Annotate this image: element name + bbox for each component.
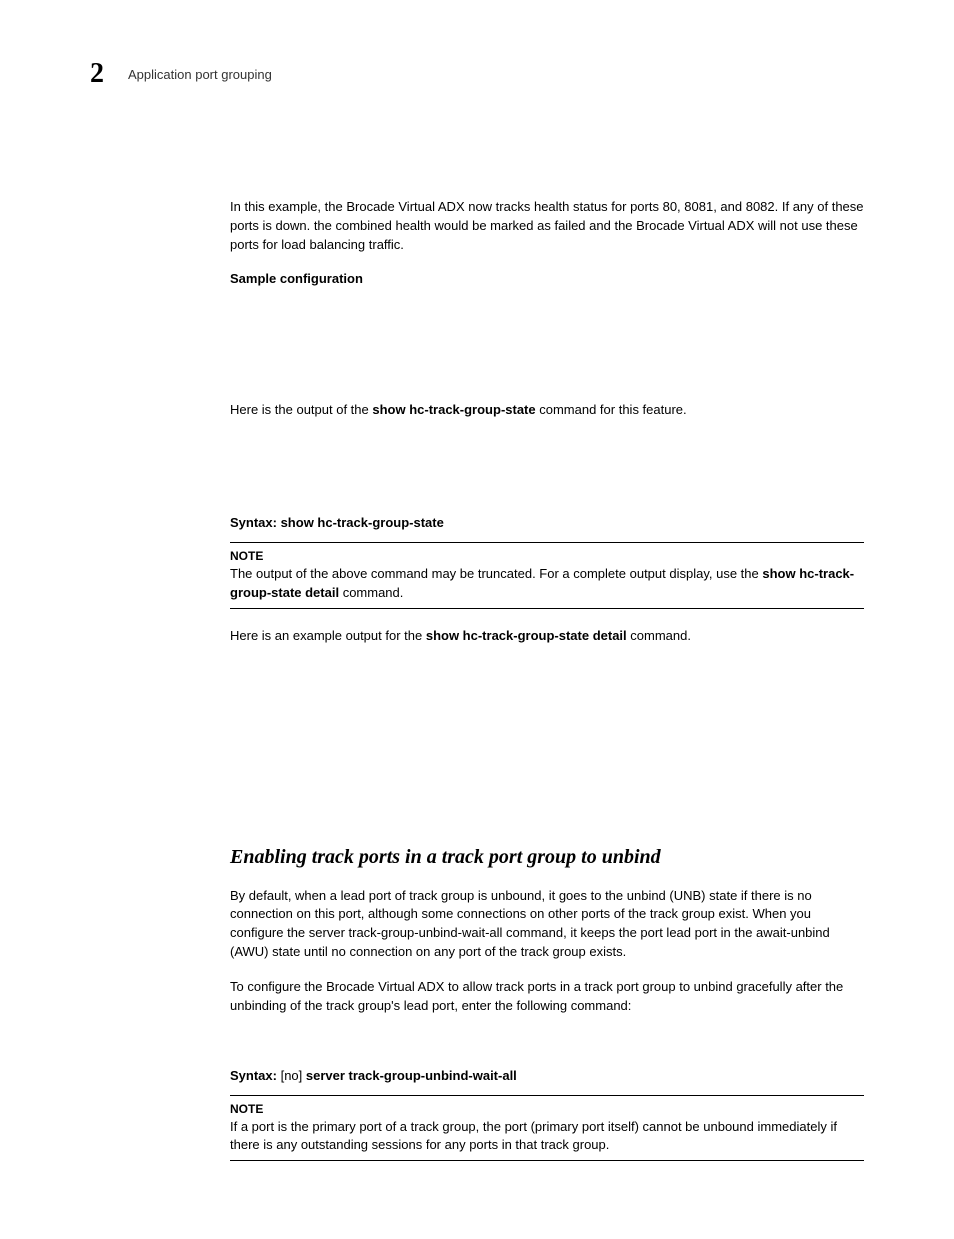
syntax-label-2: Syntax: [230, 1068, 281, 1083]
example-output-prefix: Here is an example output for the [230, 628, 426, 643]
spacer [230, 435, 864, 515]
note1-text-suffix: command. [339, 585, 403, 600]
syntax-line-2: Syntax: [no] server track-group-unbind-w… [230, 1068, 864, 1083]
spacer-small [230, 1032, 864, 1068]
note-block-1: NOTE The output of the above command may… [230, 542, 864, 608]
note-label-1: NOTE [230, 549, 864, 563]
note-block-2: NOTE If a port is the primary port of a … [230, 1095, 864, 1161]
page-header: 2 Application port grouping [90, 58, 864, 90]
syntax-optional: [no] [281, 1068, 306, 1083]
note-text-1: The output of the above command may be t… [230, 565, 864, 601]
syntax-command-2: server track-group-unbind-wait-all [306, 1068, 517, 1083]
syntax-label: Syntax: [230, 515, 281, 530]
note-text-2: If a port is the primary port of a track… [230, 1118, 864, 1154]
page-container: 2 Application port grouping In this exam… [0, 0, 954, 1239]
output-para-prefix: Here is the output of the [230, 402, 372, 417]
output-para-suffix: command for this feature. [536, 402, 687, 417]
section-para-1: By default, when a lead port of track gr… [230, 887, 864, 962]
note-label-2: NOTE [230, 1102, 864, 1116]
section-heading: Enabling track ports in a track port gro… [230, 846, 864, 869]
chapter-number: 2 [90, 58, 104, 90]
example-output-paragraph: Here is an example output for the show h… [230, 627, 864, 646]
note1-text-prefix: The output of the above command may be t… [230, 566, 762, 581]
section-para-2: To configure the Brocade Virtual ADX to … [230, 978, 864, 1016]
content-area: In this example, the Brocade Virtual ADX… [230, 198, 864, 1161]
example-output-suffix: command. [627, 628, 691, 643]
intro-paragraph: In this example, the Brocade Virtual ADX… [230, 198, 864, 255]
syntax-line-1: Syntax: show hc-track-group-state [230, 515, 864, 530]
syntax-command-1: show hc-track-group-state [281, 515, 444, 530]
output-paragraph: Here is the output of the show hc-track-… [230, 401, 864, 420]
header-title: Application port grouping [128, 67, 272, 82]
output-para-command: show hc-track-group-state [372, 402, 535, 417]
example-output-command: show hc-track-group-state detail [426, 628, 627, 643]
sample-config-heading: Sample configuration [230, 271, 864, 286]
